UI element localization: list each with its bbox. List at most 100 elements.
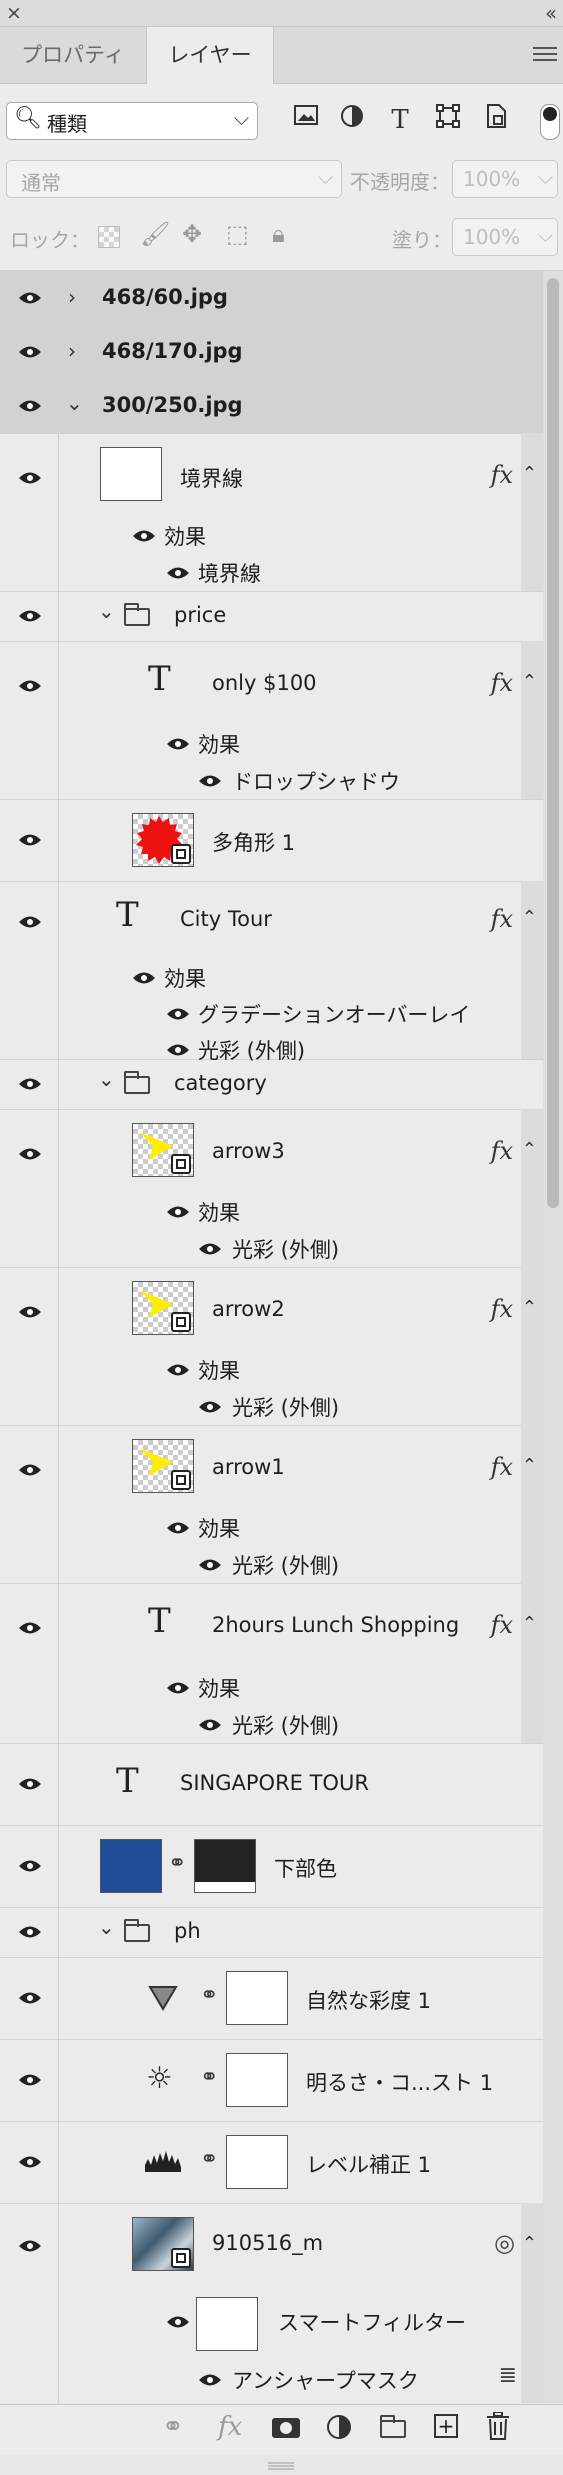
link-layers-icon[interactable]: ⚭	[162, 2412, 184, 2442]
visibility-eye-icon[interactable]	[18, 2155, 42, 2169]
fx-icon[interactable]: fx	[491, 1611, 513, 1639]
effects-collapse-caret-icon[interactable]: ⌃	[522, 463, 537, 484]
panel-menu-icon[interactable]	[533, 47, 557, 65]
visibility-eye-icon[interactable]	[18, 915, 42, 929]
layer-arrow3[interactable]: arrow3 fx ⌃ 効果 光彩 (外側)	[0, 1109, 543, 1268]
effects-collapse-caret-icon[interactable]: ⌃	[522, 1139, 537, 1160]
fx-icon[interactable]: fx	[491, 905, 513, 933]
layer-city-tour[interactable]: T City Tour fx ⌃ 効果 グラデーションオーバーレイ 光彩 (外側…	[0, 881, 543, 1063]
visibility-eye-icon[interactable]	[166, 1205, 190, 1219]
visibility-eye-icon[interactable]	[18, 471, 42, 485]
blend-mode-select[interactable]: 通常 ⌵	[6, 160, 342, 198]
visibility-eye-icon[interactable]	[18, 291, 42, 305]
delete-layer-icon[interactable]	[486, 2411, 510, 2444]
fx-icon[interactable]: fx	[491, 1453, 513, 1481]
visibility-eye-icon[interactable]	[18, 345, 42, 359]
visibility-eye-icon[interactable]	[18, 679, 42, 693]
smartobject-filter-icon[interactable]	[480, 104, 512, 136]
visibility-eye-icon[interactable]	[198, 1400, 222, 1414]
lock-image-pixels-icon[interactable]: 🖌︎	[140, 220, 170, 248]
new-adjustment-layer-icon[interactable]	[326, 2414, 352, 2444]
layer-bottom-color[interactable]: ⚭ 下部色	[0, 1825, 543, 1908]
lock-artboard-icon[interactable]: ⬚	[226, 220, 249, 248]
filter-toggle-icon[interactable]	[540, 104, 560, 140]
visibility-eye-icon[interactable]	[166, 1007, 190, 1021]
collapse-chevron-icon[interactable]: ⌄	[98, 1915, 115, 1939]
visibility-eye-icon[interactable]	[166, 566, 190, 580]
visibility-eye-icon[interactable]	[166, 1681, 190, 1695]
chain-link-icon[interactable]: ⚭	[168, 1851, 186, 1876]
visibility-eye-icon[interactable]	[18, 2239, 42, 2253]
effects-collapse-caret-icon[interactable]: ⌃	[522, 1613, 537, 1634]
chain-link-icon[interactable]: ⚭	[200, 2147, 218, 2172]
visibility-eye-icon[interactable]	[166, 1363, 190, 1377]
visibility-eye-icon[interactable]	[18, 1859, 42, 1873]
visibility-eye-icon[interactable]	[18, 1991, 42, 2005]
opacity-field[interactable]: 100% ⌵	[452, 160, 558, 198]
filters-collapse-caret-icon[interactable]: ⌃	[522, 2233, 537, 2254]
visibility-eye-icon[interactable]	[198, 774, 222, 788]
type-filter-icon[interactable]: T	[384, 104, 416, 136]
lock-position-icon[interactable]: ✥	[182, 220, 202, 248]
chain-link-icon[interactable]: ⚭	[200, 1983, 218, 2008]
layer-border[interactable]: 境界線 fx ⌃ 効果 境界線	[0, 433, 543, 592]
layer-photo-910516m[interactable]: 910516_m ◎ ⌃ スマートフィルター アンシャープマスク ≣	[0, 2203, 543, 2403]
image-filter-icon[interactable]	[290, 104, 322, 136]
layer-arrow2[interactable]: arrow2 fx ⌃ 効果 光彩 (外側)	[0, 1267, 543, 1426]
visibility-eye-icon[interactable]	[18, 609, 42, 623]
layer-group-category[interactable]: ⌄ category	[0, 1059, 543, 1110]
lock-all-icon[interactable]: 🔒︎	[272, 220, 285, 248]
visibility-eye-icon[interactable]	[132, 971, 156, 985]
layer-polygon[interactable]: 多角形 1	[0, 799, 543, 882]
visibility-eye-icon[interactable]	[166, 2315, 190, 2329]
visibility-eye-icon[interactable]	[18, 1925, 42, 1939]
new-group-icon[interactable]	[380, 2415, 406, 2438]
new-layer-icon[interactable]: +	[434, 2414, 458, 2438]
layer-lunch-shopping[interactable]: T 2hours Lunch Shopping fx ⌃ 効果 光彩 (外側)	[0, 1583, 543, 1744]
visibility-eye-icon[interactable]	[166, 1521, 190, 1535]
visibility-eye-icon[interactable]	[166, 737, 190, 751]
visibility-eye-icon[interactable]	[18, 833, 42, 847]
effects-collapse-caret-icon[interactable]: ⌃	[522, 671, 537, 692]
filter-blending-options-icon[interactable]: ≣	[499, 2363, 517, 2388]
visibility-eye-icon[interactable]	[198, 1558, 222, 1572]
layer-levels[interactable]: ⚭ レベル補正 1	[0, 2121, 543, 2204]
collapse-chevron-icon[interactable]: ⌄	[66, 391, 83, 415]
layer-group-ph[interactable]: ⌄ ph	[0, 1907, 543, 1958]
lock-transparent-pixels-icon[interactable]	[98, 226, 120, 248]
visibility-eye-icon[interactable]	[18, 1463, 42, 1477]
fx-icon[interactable]: fx	[491, 1295, 513, 1323]
layer-group-468x170[interactable]: › 468/170.jpg	[0, 325, 543, 380]
layer-singapore-tour[interactable]: T SINGAPORE TOUR	[0, 1743, 543, 1826]
collapse-chevron-icon[interactable]: ⌄	[98, 1067, 115, 1091]
visibility-eye-icon[interactable]	[198, 1242, 222, 1256]
layer-arrow1[interactable]: arrow1 fx ⌃ 効果 光彩 (外側)	[0, 1425, 543, 1584]
fill-field[interactable]: 100% ⌵	[452, 218, 558, 256]
visibility-eye-icon[interactable]	[18, 1777, 42, 1791]
layer-group-300x250[interactable]: ⌄ 300/250.jpg	[0, 379, 543, 434]
visibility-eye-icon[interactable]	[198, 2373, 222, 2387]
layer-brightness-contrast[interactable]: ☼ ⚭ 明るさ・コ...スト 1	[0, 2039, 543, 2122]
expand-chevron-icon[interactable]: ›	[68, 339, 76, 363]
collapse-chevron-icon[interactable]: ⌄	[98, 599, 115, 623]
layer-vibrance[interactable]: ⚭ 自然な彩度 1	[0, 1957, 543, 2040]
effects-collapse-caret-icon[interactable]: ⌃	[522, 907, 537, 928]
panel-resize-grip[interactable]	[266, 2456, 296, 2470]
add-mask-icon[interactable]	[272, 2418, 300, 2438]
adjustment-filter-icon[interactable]	[336, 104, 368, 136]
visibility-eye-icon[interactable]	[18, 1077, 42, 1091]
chain-link-icon[interactable]: ⚭	[200, 2065, 218, 2090]
visibility-eye-icon[interactable]	[18, 1621, 42, 1635]
shape-filter-icon[interactable]	[432, 104, 464, 136]
close-panel-icon[interactable]: ×	[6, 2, 22, 24]
tab-properties[interactable]: プロパティ	[0, 27, 146, 83]
layer-group-468x60[interactable]: › 468/60.jpg	[0, 271, 543, 326]
visibility-eye-icon[interactable]	[198, 1718, 222, 1732]
fx-icon[interactable]: fx	[491, 669, 513, 697]
visibility-eye-icon[interactable]	[18, 1147, 42, 1161]
filter-kind-select[interactable]: 🔍︎ 種類 ⌵	[6, 102, 258, 140]
layer-only100[interactable]: T only $100 fx ⌃ 効果 ドロップシャドウ	[0, 641, 543, 800]
effects-collapse-caret-icon[interactable]: ⌃	[522, 1455, 537, 1476]
layer-group-price[interactable]: ⌄ price	[0, 591, 543, 642]
tab-layers[interactable]: レイヤー	[146, 27, 274, 84]
